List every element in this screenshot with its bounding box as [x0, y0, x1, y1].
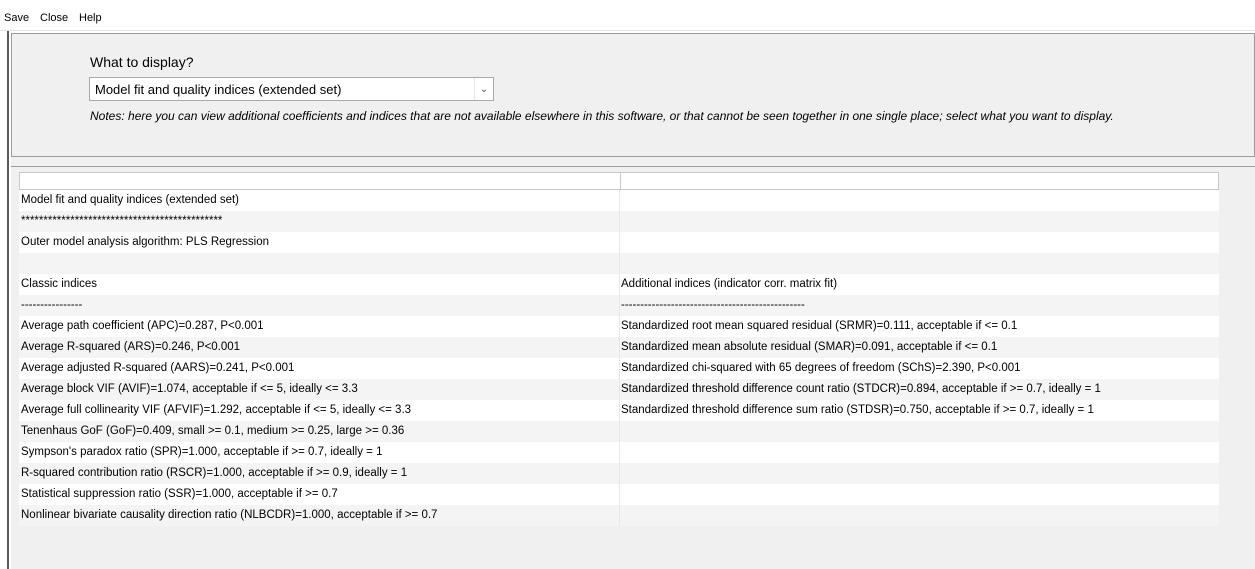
cell-divider — [619, 379, 620, 400]
cell-divider — [619, 463, 620, 484]
cell-divider — [619, 295, 620, 316]
cell-divider — [619, 337, 620, 358]
cell-additional-index: Standardized mean absolute residual (SMA… — [621, 341, 998, 353]
cell-divider — [619, 316, 620, 337]
results-grid: Model fit and quality indices (extended … — [19, 172, 1219, 526]
table-row[interactable]: ---------------- ------------------------… — [19, 295, 1219, 316]
cell-classic-index: Average block VIF (AVIF)=1.074, acceptab… — [21, 383, 358, 395]
table-row[interactable]: ****************************************… — [19, 211, 1219, 232]
table-row[interactable]: Average path coefficient (APC)=0.287, P<… — [19, 316, 1219, 337]
table-row[interactable]: Sympson's paradox ratio (SPR)=1.000, acc… — [19, 442, 1219, 463]
table-row[interactable]: R-squared contribution ratio (RSCR)=1.00… — [19, 463, 1219, 484]
cell-classic-index: ---------------- — [21, 299, 83, 311]
cell-divider — [619, 253, 620, 274]
menu-close[interactable]: Close — [40, 12, 68, 24]
table-row[interactable]: Statistical suppression ratio (SSR)=1.00… — [19, 484, 1219, 505]
cell-divider — [619, 232, 620, 253]
cell-classic-index: Statistical suppression ratio (SSR)=1.00… — [21, 488, 338, 500]
menu-help[interactable]: Help — [79, 12, 102, 24]
cell-divider — [619, 211, 620, 232]
cell-divider — [619, 421, 620, 442]
table-row[interactable]: Classic indices Additional indices (indic… — [19, 274, 1219, 295]
cell-additional-index: Standardized root mean squared residual … — [621, 320, 1018, 332]
grid-header — [19, 172, 1219, 190]
cell-divider — [619, 505, 620, 526]
table-row[interactable]: Outer model analysis algorithm: PLS Regr… — [19, 232, 1219, 253]
cell-classic-index: Average adjusted R-squared (AARS)=0.241,… — [21, 362, 295, 374]
cell-classic-index: Average path coefficient (APC)=0.287, P<… — [21, 320, 264, 332]
chevron-down-icon[interactable]: ⌄ — [474, 78, 493, 100]
cell-additional-index: Standardized threshold difference count … — [621, 383, 1101, 395]
grid-rows: Model fit and quality indices (extended … — [19, 190, 1219, 526]
display-select-value: Model fit and quality indices (extended … — [95, 82, 342, 97]
cell-classic-index: Tenenhaus GoF (GoF)=0.409, small >= 0.1,… — [21, 425, 405, 437]
table-row[interactable]: Average block VIF (AVIF)=1.074, acceptab… — [19, 379, 1219, 400]
cell-divider — [619, 190, 620, 211]
cell-classic-index: ****************************************… — [21, 215, 223, 227]
display-select[interactable]: Model fit and quality indices (extended … — [89, 77, 494, 101]
cell-divider — [619, 274, 620, 295]
cell-classic-index: Sympson's paradox ratio (SPR)=1.000, acc… — [21, 446, 383, 458]
cell-divider — [619, 442, 620, 463]
cell-classic-index: Model fit and quality indices (extended … — [21, 194, 239, 206]
menu-bar: Save Close Help — [0, 0, 1255, 31]
display-notes: Notes: here you can view additional coef… — [90, 109, 1114, 123]
cell-classic-index: R-squared contribution ratio (RSCR)=1.00… — [21, 467, 408, 479]
cell-classic-index: Average full collinearity VIF (AFVIF)=1.… — [21, 404, 412, 416]
table-row[interactable]: Nonlinear bivariate causality direction … — [19, 505, 1219, 526]
cell-divider — [619, 400, 620, 421]
table-row[interactable]: Average full collinearity VIF (AFVIF)=1.… — [19, 400, 1219, 421]
panel-splitter[interactable] — [11, 157, 1255, 167]
cell-divider — [619, 484, 620, 505]
table-row[interactable]: Tenenhaus GoF (GoF)=0.409, small >= 0.1,… — [19, 421, 1219, 442]
table-row[interactable]: Average adjusted R-squared (AARS)=0.241,… — [19, 358, 1219, 379]
cell-classic-index: Outer model analysis algorithm: PLS Regr… — [21, 236, 270, 248]
results-area: Model fit and quality indices (extended … — [11, 167, 1255, 569]
table-row[interactable]: Model fit and quality indices (extended … — [19, 190, 1219, 211]
display-options-panel: What to display? Model fit and quality i… — [11, 33, 1255, 157]
cell-additional-index: Standardized chi-squared with 65 degrees… — [621, 362, 1021, 374]
cell-classic-index: Nonlinear bivariate causality direction … — [21, 509, 438, 521]
cell-classic-index: Average R-squared (ARS)=0.246, P<0.001 — [21, 341, 241, 353]
cell-classic-index: Classic indices — [21, 278, 98, 290]
cell-additional-index: ----------------------------------------… — [621, 299, 805, 311]
table-row[interactable]: Average R-squared (ARS)=0.246, P<0.001 St… — [19, 337, 1219, 358]
column-divider[interactable] — [620, 173, 621, 190]
window-left-edge — [7, 31, 9, 569]
cell-divider — [619, 358, 620, 379]
display-prompt-label: What to display? — [90, 54, 194, 70]
table-row[interactable] — [19, 253, 1219, 274]
menu-save[interactable]: Save — [4, 12, 29, 24]
cell-additional-index: Additional indices (indicator corr. matr… — [621, 278, 838, 290]
cell-additional-index: Standardized threshold difference sum ra… — [621, 404, 1094, 416]
